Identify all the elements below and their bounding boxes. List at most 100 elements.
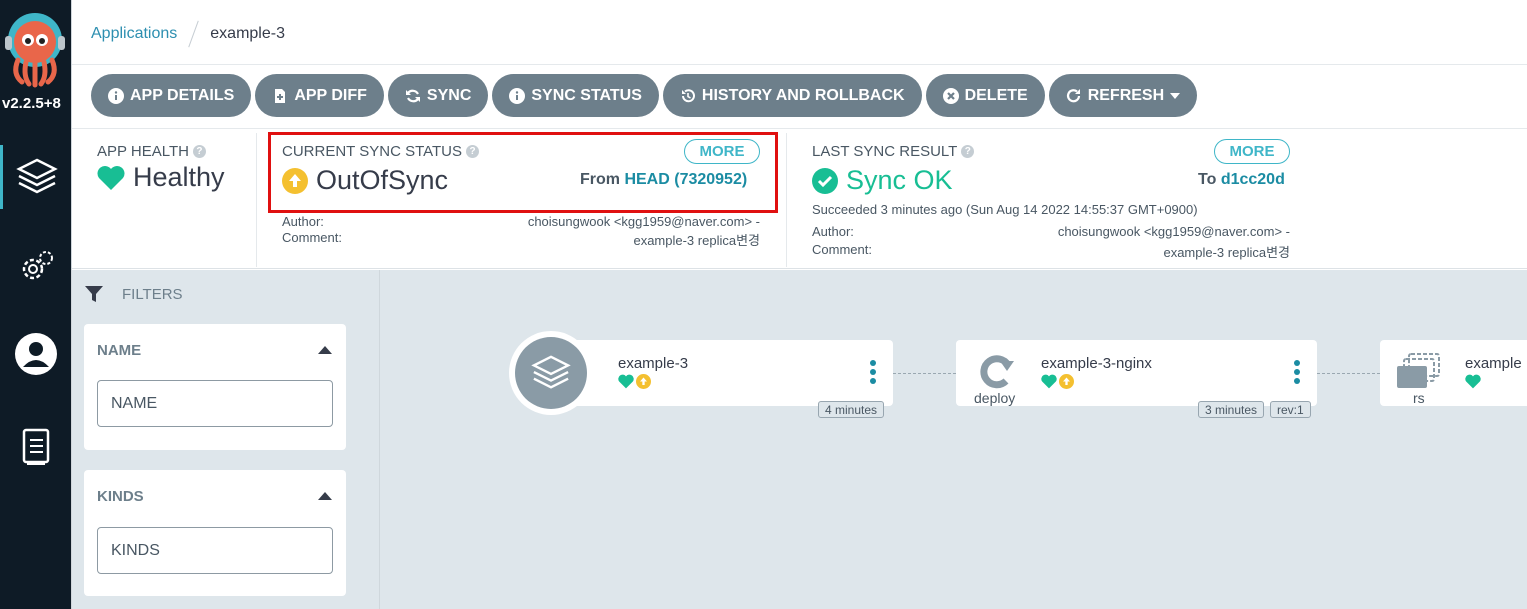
app-details-label: APP DETAILS bbox=[130, 86, 235, 104]
arrow-up-circle-icon bbox=[636, 374, 651, 389]
breadcrumb-applications-link[interactable]: Applications bbox=[91, 25, 177, 43]
refresh-label: REFRESH bbox=[1087, 86, 1165, 104]
kinds-filter-input[interactable]: KINDS bbox=[97, 527, 333, 574]
current-sync-comment-label: Comment: bbox=[282, 230, 342, 245]
refresh-icon bbox=[1066, 88, 1080, 102]
last-sync-more-button[interactable]: MORE bbox=[1214, 139, 1290, 164]
header-divider bbox=[72, 64, 1527, 65]
arrow-up-circle-icon bbox=[1059, 374, 1074, 389]
sync-button[interactable]: SYNC bbox=[387, 74, 489, 117]
version-label: v2.2.5+8 bbox=[2, 95, 61, 112]
current-sync-author-label: Author: bbox=[282, 214, 324, 229]
last-sync-author-label: Author: bbox=[812, 224, 854, 239]
to-label: To bbox=[1198, 171, 1217, 188]
delete-label: DELETE bbox=[964, 86, 1028, 104]
history-rollback-button[interactable]: HISTORY AND ROLLBACK bbox=[662, 74, 922, 117]
sidebar-item-user[interactable] bbox=[0, 322, 71, 386]
heart-icon bbox=[1041, 374, 1057, 389]
status-separator bbox=[786, 133, 787, 267]
layers-icon bbox=[16, 158, 58, 194]
resource-tree-canvas[interactable] bbox=[379, 270, 1527, 609]
sync-label: SYNC bbox=[426, 86, 472, 104]
history-rollback-label: HISTORY AND ROLLBACK bbox=[701, 86, 905, 104]
current-sync-author: choisungwook <kgg1959@naver.com> - bbox=[527, 214, 760, 229]
last-sync-author: choisungwook <kgg1959@naver.com> - bbox=[1057, 224, 1290, 239]
heart-icon bbox=[618, 374, 634, 389]
argo-logo-icon[interactable] bbox=[4, 10, 66, 90]
filters-header: FILTERS bbox=[84, 284, 183, 304]
app-node-status bbox=[618, 374, 651, 389]
app-health-title-text: APP HEALTH bbox=[97, 143, 189, 160]
sidebar: v2.2.5+8 bbox=[0, 0, 71, 609]
sync-status-label: SYNC STATUS bbox=[531, 86, 642, 104]
sidebar-item-applications[interactable] bbox=[0, 145, 71, 209]
rs-node-status bbox=[1465, 374, 1481, 394]
app-health-value: Healthy bbox=[133, 162, 225, 192]
last-sync-comment-label: Comment: bbox=[812, 242, 872, 257]
sidebar-item-settings[interactable] bbox=[0, 235, 71, 299]
caret-down-icon bbox=[1170, 92, 1181, 99]
name-filter-input[interactable]: NAME bbox=[97, 380, 333, 427]
layers-icon bbox=[531, 355, 571, 389]
last-sync-comment: example-3 replica변경 bbox=[1163, 245, 1290, 260]
collapse-caret-icon[interactable] bbox=[318, 492, 332, 500]
app-health-title: APP HEALTH ? bbox=[97, 143, 206, 160]
app-node-name: example-3 bbox=[618, 355, 689, 372]
status-separator bbox=[256, 133, 257, 267]
deploy-node-age-tag: 3 minutes bbox=[1198, 401, 1265, 418]
history-icon bbox=[681, 88, 695, 102]
kinds-filter-title: KINDS bbox=[97, 488, 144, 505]
collapse-caret-icon[interactable] bbox=[318, 346, 332, 354]
user-icon bbox=[14, 333, 57, 375]
last-sync-revision-link[interactable]: d1cc20d bbox=[1221, 171, 1285, 188]
app-node[interactable]: example-3 bbox=[548, 340, 893, 406]
kinds-filter-card: KINDS KINDS bbox=[84, 470, 346, 596]
rs-node-name: example bbox=[1465, 355, 1522, 372]
name-filter-title: NAME bbox=[97, 342, 142, 359]
rs-kind-label: rs bbox=[1413, 390, 1425, 406]
toolbar: APP DETAILS APP DIFF SYNC SYNC STATUS HI… bbox=[91, 74, 1198, 117]
last-sync-title: LAST SYNC RESULT ? bbox=[812, 143, 975, 160]
filter-icon bbox=[85, 286, 103, 302]
check-circle-icon bbox=[812, 167, 838, 194]
breadcrumb-current: example-3 bbox=[210, 25, 285, 42]
help-icon[interactable]: ? bbox=[192, 145, 206, 158]
file-diff-icon bbox=[275, 88, 286, 103]
app-node-icon bbox=[515, 337, 587, 409]
app-node-age-tag: 4 minutes bbox=[818, 401, 885, 418]
last-sync-succeeded: Succeeded 3 minutes ago (Sun Aug 14 2022… bbox=[812, 202, 1198, 217]
name-filter-card: NAME NAME bbox=[84, 324, 346, 450]
deploy-node-name: example-3-nginx bbox=[1041, 355, 1152, 372]
app-details-button[interactable]: APP DETAILS bbox=[91, 74, 252, 117]
app-node-menu-icon[interactable] bbox=[870, 360, 876, 384]
heart-icon bbox=[1465, 374, 1481, 389]
replicaset-icon bbox=[1397, 353, 1440, 388]
heart-icon bbox=[97, 165, 125, 190]
deploy-node[interactable]: deploy example-3-nginx bbox=[956, 340, 1317, 406]
app-health-status: Healthy bbox=[97, 162, 225, 193]
delete-button[interactable]: DELETE bbox=[925, 74, 1045, 117]
edge bbox=[1317, 373, 1380, 374]
edge bbox=[893, 373, 956, 374]
last-sync-title-text: LAST SYNC RESULT bbox=[812, 143, 958, 160]
sync-status-button[interactable]: SYNC STATUS bbox=[492, 74, 659, 117]
sidebar-item-docs[interactable] bbox=[0, 415, 71, 479]
rs-node[interactable]: rs example bbox=[1380, 340, 1527, 406]
deploy-node-rev-tag: rev:1 bbox=[1270, 401, 1311, 418]
last-sync-to: To d1cc20d bbox=[1198, 171, 1285, 189]
help-icon[interactable]: ? bbox=[961, 145, 975, 158]
filters-title: FILTERS bbox=[122, 285, 183, 303]
deploy-node-menu-icon[interactable] bbox=[1294, 360, 1300, 384]
refresh-button[interactable]: REFRESH bbox=[1048, 74, 1198, 117]
gears-icon bbox=[22, 251, 53, 280]
deploy-node-status bbox=[1041, 374, 1074, 389]
info-icon bbox=[509, 87, 526, 104]
close-circle-icon bbox=[942, 87, 959, 104]
app-diff-button[interactable]: APP DIFF bbox=[255, 74, 384, 117]
last-sync-status: Sync OK bbox=[812, 165, 953, 196]
current-sync-comment: example-3 replica변경 bbox=[633, 233, 760, 248]
breadcrumb-separator bbox=[188, 20, 200, 48]
info-icon bbox=[108, 87, 124, 104]
highlight-box bbox=[268, 132, 778, 213]
sync-icon bbox=[405, 89, 420, 102]
